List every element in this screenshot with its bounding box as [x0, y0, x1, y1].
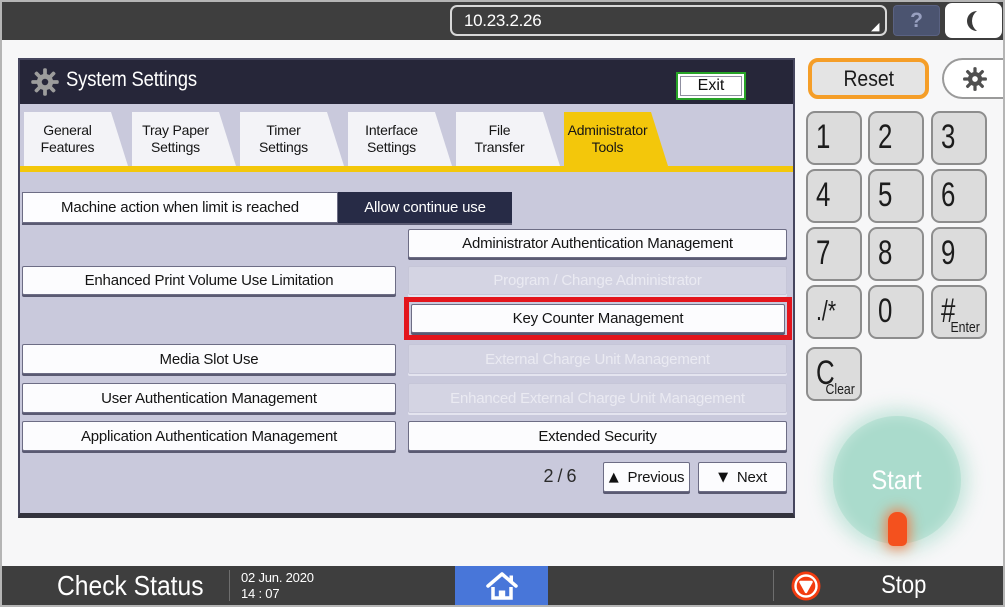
keypad-5[interactable]: 5 [868, 169, 924, 223]
separator [773, 570, 774, 601]
date-text: 02 Jun. 2020 [241, 570, 314, 586]
gear-icon [30, 67, 60, 102]
home-button[interactable] [455, 566, 548, 605]
machine-action-limit-setting[interactable]: Machine action when limit is reached All… [22, 192, 512, 223]
tab-general-features[interactable]: General Features [24, 112, 128, 166]
resize-corner-icon: ◢ [871, 21, 879, 32]
stop-label: Stop [881, 571, 926, 600]
extended-security-button[interactable]: Extended Security [408, 421, 787, 451]
home-icon [485, 570, 519, 602]
stop-button[interactable]: Stop [775, 566, 1003, 605]
time-text: 14 : 07 [241, 586, 314, 602]
up-triangle-icon: ▲ [609, 470, 619, 485]
clear-label: Clear [826, 381, 855, 398]
application-authentication-management-button[interactable]: Application Authentication Management [22, 421, 396, 451]
external-charge-unit-management-button[interactable]: External Charge Unit Management [408, 344, 787, 374]
separator [229, 570, 230, 601]
keypad-4[interactable]: 4 [806, 169, 862, 223]
keypad-7[interactable]: 7 [806, 227, 862, 281]
keypad-enter[interactable]: # Enter [931, 285, 987, 339]
stop-icon [791, 571, 821, 601]
address-bar-input[interactable] [450, 5, 887, 36]
reset-label: Reset [843, 66, 894, 92]
page-title: System Settings [66, 68, 197, 92]
start-led-indicator [888, 512, 907, 546]
user-authentication-management-button[interactable]: User Authentication Management [22, 383, 396, 413]
bottom-bar: Check Status 02 Jun. 2020 14 : 07 [0, 566, 1005, 605]
previous-label: Previous [628, 469, 685, 486]
tab-administrator-tools[interactable]: Administrator Tools [564, 112, 668, 166]
keypad-6[interactable]: 6 [931, 169, 987, 223]
device-screen: ◢ ? [0, 0, 1005, 607]
machine-action-limit-label: Machine action when limit is reached [22, 192, 338, 223]
moon-icon [961, 8, 987, 34]
highlight-box: Key Counter Management [404, 297, 792, 340]
keypad-1[interactable]: 1 [806, 111, 862, 165]
tab-timer-settings[interactable]: Timer Settings [240, 112, 344, 166]
exit-button[interactable]: Exit [676, 72, 746, 100]
enter-label: Enter [951, 319, 980, 336]
tab-file-transfer[interactable]: File Transfer [456, 112, 560, 166]
energy-saver-button[interactable] [945, 3, 1002, 38]
panel-header: System Settings Exit [20, 60, 793, 104]
keypad-2[interactable]: 2 [868, 111, 924, 165]
help-button[interactable]: ? [893, 5, 940, 36]
keypad-8[interactable]: 8 [868, 227, 924, 281]
keypad-0[interactable]: 0 [868, 285, 924, 339]
active-tab-underline [20, 166, 793, 172]
system-settings-panel: System Settings Exit General Features Tr… [18, 58, 795, 518]
check-status-label: Check Status [57, 570, 204, 602]
enhanced-print-volume-use-limitation-button[interactable]: Enhanced Print Volume Use Limitation [22, 266, 396, 295]
keypad-slash-asterisk[interactable]: ./* [806, 285, 862, 339]
enhanced-external-charge-unit-management-button[interactable]: Enhanced External Charge Unit Management [408, 383, 787, 413]
datetime-display: 02 Jun. 2020 14 : 07 [241, 570, 314, 601]
settings-pill-button[interactable] [942, 58, 1005, 99]
machine-action-limit-value[interactable]: Allow continue use [338, 192, 512, 223]
next-label: Next [737, 469, 767, 486]
tab-interface-settings[interactable]: Interface Settings [348, 112, 452, 166]
page-indicator: 2/6 [520, 466, 604, 487]
settings-tab-bar: General Features Tray Paper Settings Tim… [24, 112, 668, 166]
reset-button[interactable]: Reset [808, 58, 929, 99]
key-counter-management-button[interactable]: Key Counter Management [411, 304, 785, 333]
start-label: Start [872, 465, 922, 496]
top-status-bar: ◢ ? [0, 0, 1005, 40]
tab-tray-paper-settings[interactable]: Tray Paper Settings [132, 112, 236, 166]
previous-page-button[interactable]: ▲ Previous [603, 462, 690, 492]
check-status-button[interactable]: Check Status [2, 566, 229, 605]
next-page-button[interactable]: ▼ Next [698, 462, 787, 492]
administrator-authentication-management-button[interactable]: Administrator Authentication Management [408, 229, 787, 258]
keypad-9[interactable]: 9 [931, 227, 987, 281]
program-change-administrator-button[interactable]: Program / Change Administrator [408, 266, 787, 295]
keypad-clear[interactable]: C Clear [806, 347, 862, 401]
gear-icon [962, 66, 988, 92]
media-slot-use-button[interactable]: Media Slot Use [22, 344, 396, 374]
keypad-3[interactable]: 3 [931, 111, 987, 165]
down-triangle-icon: ▼ [718, 470, 728, 485]
